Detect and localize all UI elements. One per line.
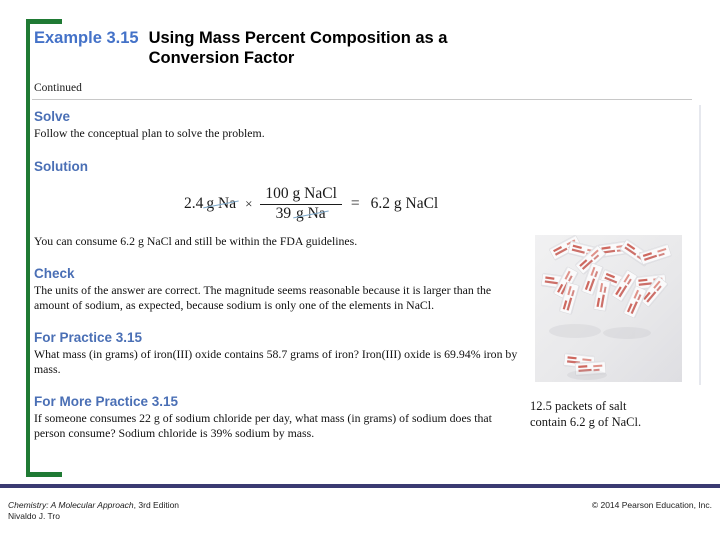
equals-sign: =	[350, 195, 360, 213]
equation-given-unit-cancelled: g Na	[206, 195, 237, 213]
denominator-value: 39	[275, 205, 292, 223]
solution-equation: 2.4 g Na × 100 g NaCl 39 g Na = 6.2 g Na…	[182, 185, 440, 223]
check-heading: Check	[34, 266, 75, 281]
footer-edition: , 3rd Edition	[133, 500, 180, 510]
footer-book-info: Chemistry: A Molecular Approach, 3rd Edi…	[8, 500, 179, 522]
equation-given-value: 2.4	[184, 195, 204, 213]
for-more-practice-heading: For More Practice 3.15	[34, 394, 179, 409]
denominator-unit-cancelled: g Na	[295, 205, 326, 223]
solve-heading: Solve	[34, 109, 71, 124]
fraction-numerator: 100 g NaCl	[265, 185, 337, 202]
bracket-top-bar	[26, 19, 62, 24]
page-title: Using Mass Percent Composition as a Conv…	[148, 29, 448, 67]
continued-label: Continued	[34, 82, 82, 94]
solve-text: Follow the conceptual plan to solve the …	[34, 126, 265, 140]
header-divider	[32, 99, 692, 100]
slide-body: Solve Follow the conceptual plan to solv…	[34, 108, 526, 440]
footer-author: Nivaldo J. Tro	[8, 511, 60, 521]
title-row: Example 3.15 Using Mass Percent Composit…	[34, 28, 674, 68]
salt-packets-photo	[535, 235, 682, 382]
bracket-left-bar	[26, 19, 30, 477]
multiplication-sign: ×	[245, 196, 253, 212]
footer-copyright: © 2014 Pearson Education, Inc.	[591, 500, 712, 510]
fraction-denominator: 39 g Na	[271, 205, 332, 223]
conversion-factor-fraction: 100 g NaCl 39 g Na	[260, 185, 342, 223]
check-text: The units of the answer are correct. The…	[34, 283, 492, 312]
caption-line-2: contain 6.2 g of NaCl.	[530, 415, 642, 429]
example-number-label: Example 3.15	[34, 29, 139, 47]
for-practice-text: What mass (in grams) of iron(III) oxide …	[34, 347, 518, 376]
right-edge-rule	[699, 105, 701, 385]
for-more-practice-text: If someone consumes 22 g of sodium chlor…	[34, 411, 492, 440]
result-text: You can consume 6.2 g NaCl and still be …	[34, 233, 358, 248]
photo-caption: 12.5 packets of salt contain 6.2 g of Na…	[530, 398, 705, 430]
solution-heading: Solution	[34, 158, 88, 174]
footer-title-line: Chemistry: A Molecular Approach, 3rd Edi…	[8, 500, 179, 511]
caption-line-1: 12.5 packets of salt	[530, 399, 627, 413]
for-practice-heading: For Practice 3.15	[34, 330, 143, 345]
footer-book-title: Chemistry: A Molecular Approach	[8, 500, 134, 510]
bracket-bottom-bar	[26, 472, 62, 477]
salt-packets-photo-container	[535, 235, 682, 382]
slide-header: Example 3.15 Using Mass Percent Composit…	[34, 28, 674, 68]
equation-answer: 6.2 g NaCl	[370, 195, 439, 213]
footer-rule	[0, 484, 720, 488]
